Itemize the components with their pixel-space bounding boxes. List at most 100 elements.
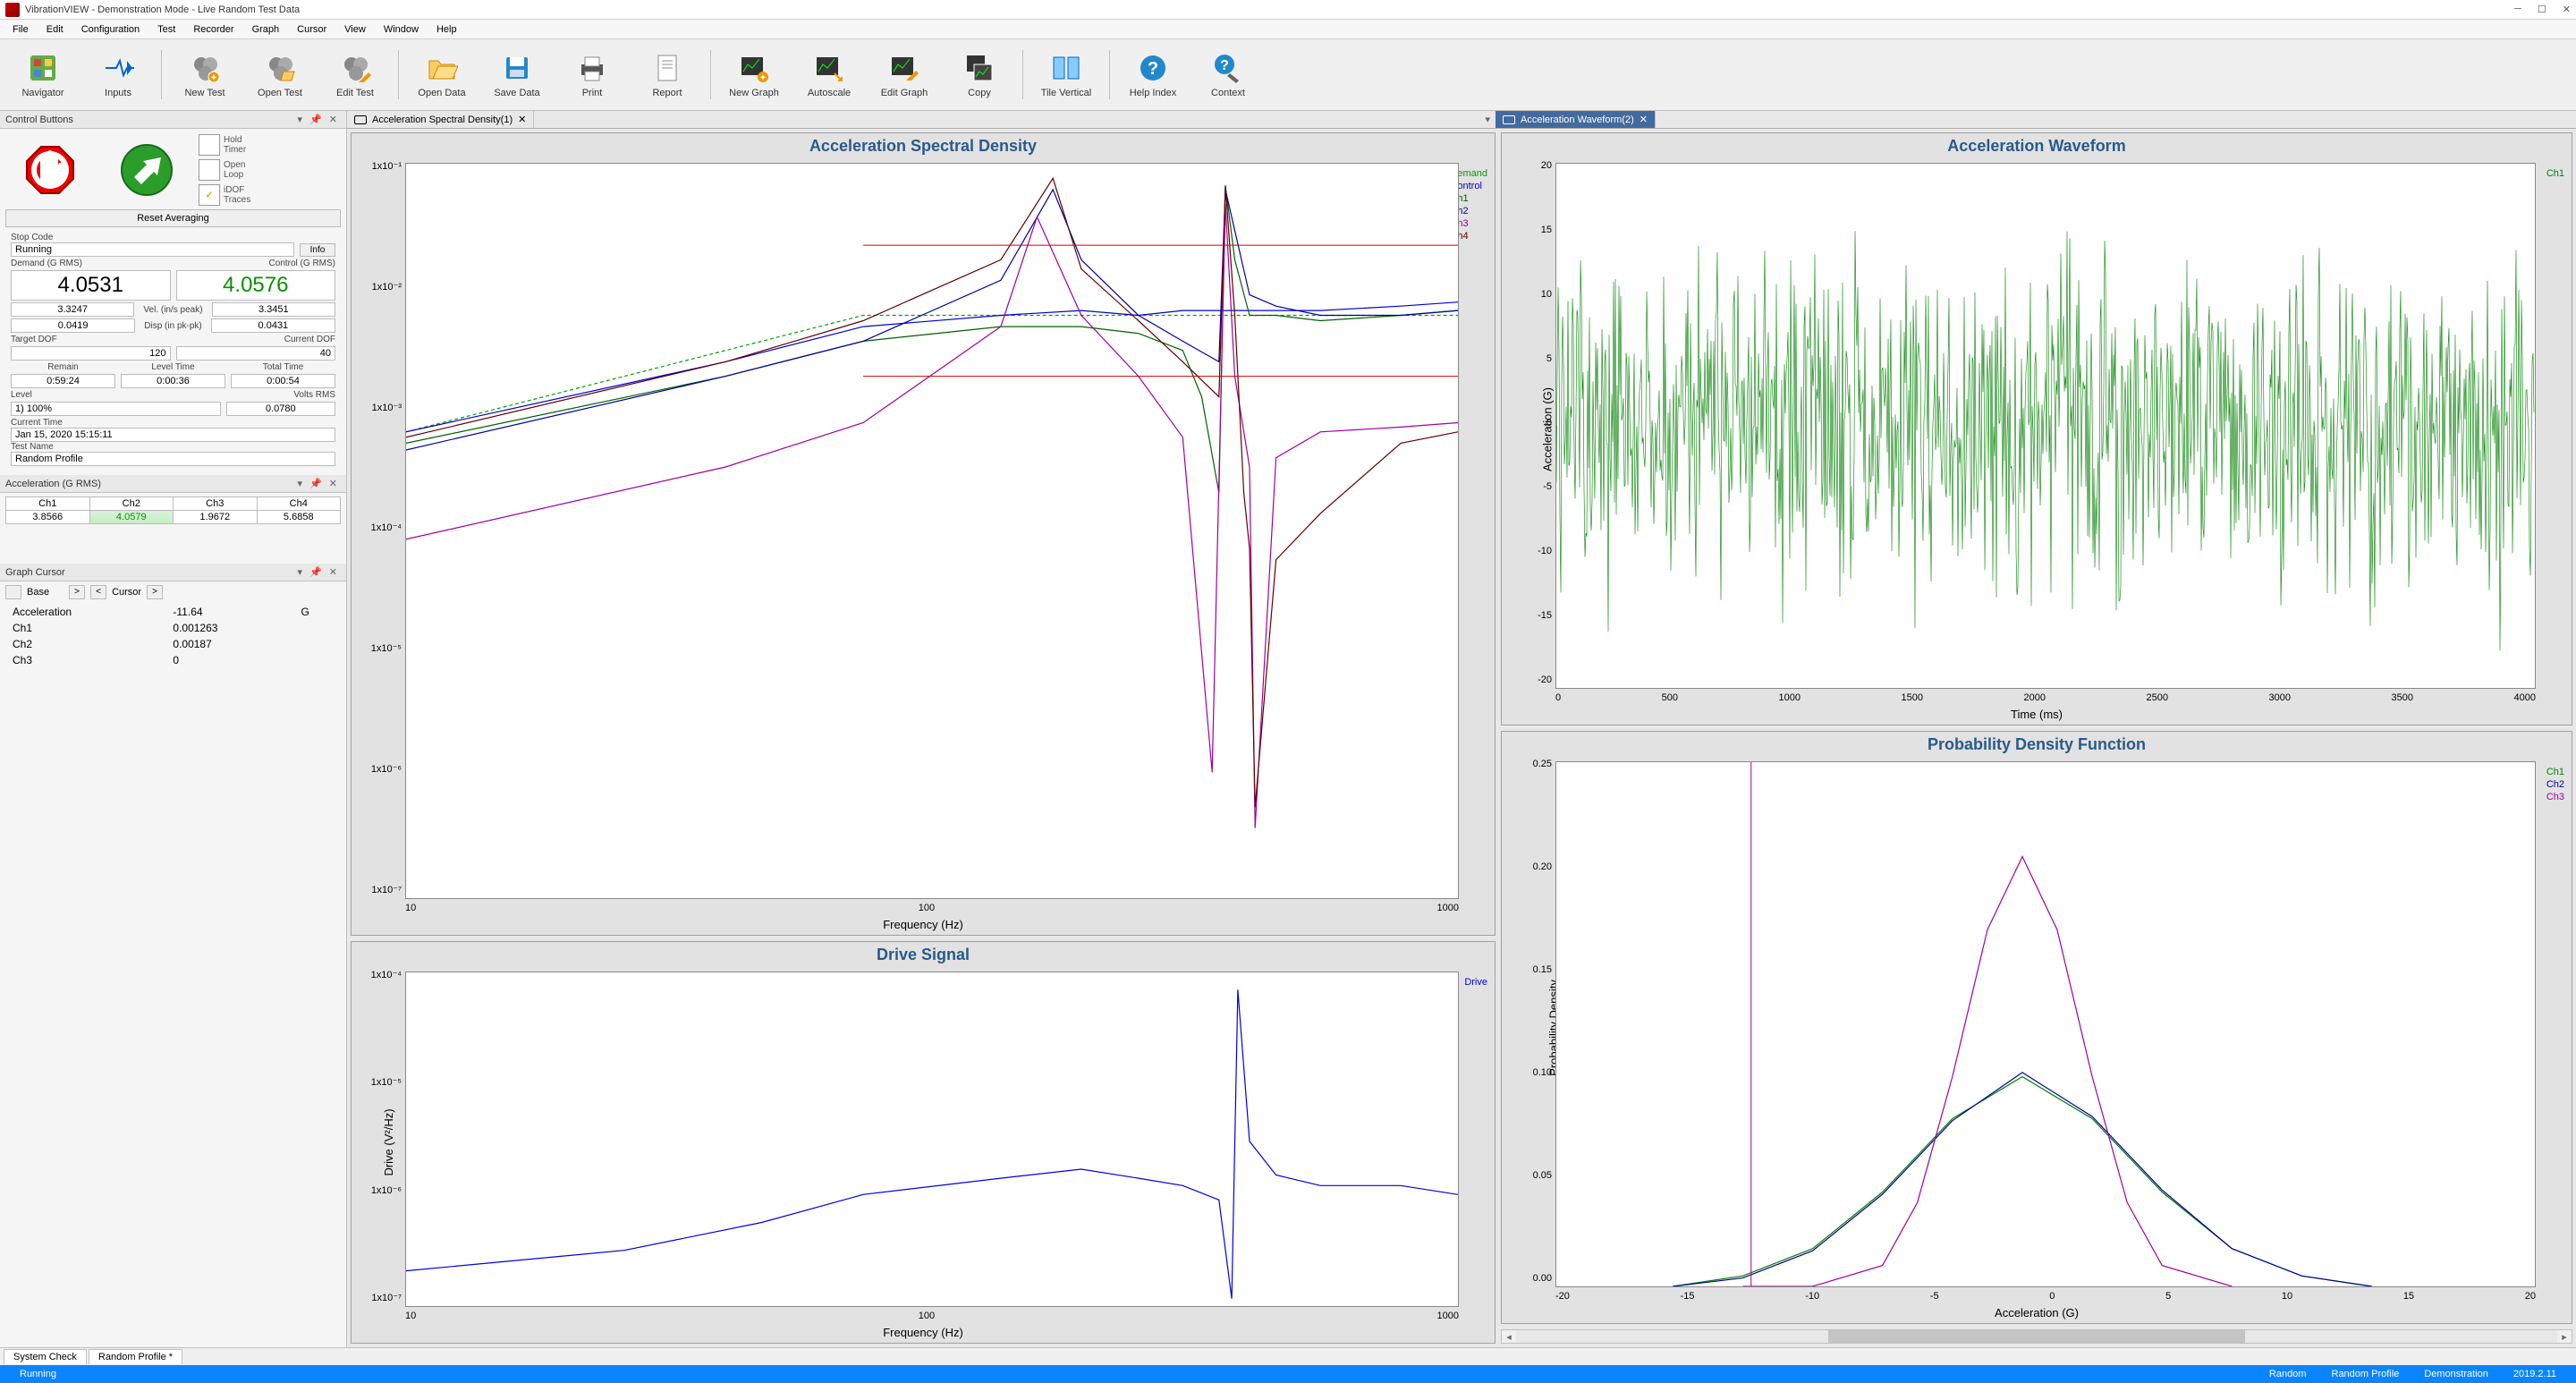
doc-tab[interactable]: Random Profile * xyxy=(89,1349,182,1364)
toolbar-new-test[interactable]: ✦New Test xyxy=(169,44,241,106)
chart-drive[interactable]: Drive Signal Drive Drive (V²/Hz) 1x10⁻⁴1… xyxy=(351,941,1496,1344)
toolbar-label: Tile Vertical xyxy=(1041,88,1091,98)
menu-view[interactable]: View xyxy=(335,22,375,37)
table-cell: Ch1 xyxy=(7,621,165,635)
tab-close-icon[interactable]: ✕ xyxy=(518,114,526,125)
current-time-label: Current Time xyxy=(11,418,335,428)
pin-icon[interactable]: 📌 xyxy=(306,566,326,578)
menu-recorder[interactable]: Recorder xyxy=(184,22,242,37)
reset-averaging-button[interactable]: Reset Averaging xyxy=(5,209,341,227)
app-icon xyxy=(5,3,20,17)
toolbar-print[interactable]: Print xyxy=(556,44,628,106)
inputs-icon xyxy=(102,52,134,84)
table-cell: 5.6858 xyxy=(257,511,341,524)
tab-asd[interactable]: Acceleration Spectral Density(1)✕ xyxy=(347,111,534,128)
scroll-right-icon[interactable]: ▸ xyxy=(2557,1331,2572,1343)
svg-text:?: ? xyxy=(1220,58,1229,73)
chart-pdf[interactable]: Probability Density Function Ch1Ch2Ch3 P… xyxy=(1501,731,2572,1324)
plot-area[interactable] xyxy=(405,163,1459,899)
toolbar-context[interactable]: ? Context xyxy=(1192,44,1264,106)
toolbar-navigator[interactable]: Navigator xyxy=(7,44,79,106)
volts-value: 0.0780 xyxy=(226,402,335,416)
acceleration-table: Ch1Ch2Ch3Ch4 3.85664.05791.96725.6858 xyxy=(5,496,341,524)
cursor-prev-base[interactable] xyxy=(5,585,21,599)
panel-dropdown-icon[interactable]: ▾ xyxy=(294,566,307,578)
cursor-prev[interactable]: > xyxy=(69,585,85,599)
tab-waveform[interactable]: Acceleration Waveform(2)✕ xyxy=(1496,111,1656,128)
chart-waveform[interactable]: Acceleration Waveform Ch1 Acceleration (… xyxy=(1501,132,2572,725)
cursor-prev2[interactable]: < xyxy=(90,585,106,599)
stop-code-value: Running xyxy=(11,242,294,257)
toolbar-label: Context xyxy=(1211,88,1245,98)
toolbar-save-data[interactable]: Save Data xyxy=(481,44,553,106)
toolbar-autoscale[interactable]: Autoscale xyxy=(793,44,865,106)
chart-legend: Ch1Ch2Ch3 xyxy=(2546,766,2564,803)
table-cell: Ch2 xyxy=(7,637,165,651)
panel-title-control-buttons: Control Buttons ▾ 📌 ✕ xyxy=(0,111,346,129)
hold-timer-label: Hold Timer xyxy=(224,135,246,155)
edittest-icon xyxy=(339,52,371,84)
stop-button[interactable] xyxy=(5,139,95,201)
disp-label: Disp (in pk-pk) xyxy=(140,321,205,331)
hold-timer-toggle[interactable] xyxy=(199,134,220,156)
info-button[interactable]: Info xyxy=(300,243,335,257)
toolbar-edit-graph[interactable]: Edit Graph xyxy=(869,44,940,106)
panel-close-icon[interactable]: ✕ xyxy=(326,478,341,489)
toolbar-help-index[interactable]: ?Help Index xyxy=(1117,44,1189,106)
pin-icon[interactable]: 📌 xyxy=(306,478,326,489)
tab-close-icon[interactable]: ✕ xyxy=(1640,114,1648,125)
close-button[interactable]: ✕ xyxy=(2563,4,2571,15)
open-loop-toggle[interactable] xyxy=(199,159,220,181)
toolbar-inputs[interactable]: Inputs xyxy=(82,44,154,106)
menu-graph[interactable]: Graph xyxy=(243,22,289,37)
toolbar-edit-test[interactable]: Edit Test xyxy=(319,44,391,106)
menu-window[interactable]: Window xyxy=(375,22,428,37)
opendata-icon xyxy=(426,52,458,84)
plot-area[interactable] xyxy=(1555,761,2536,1287)
menu-help[interactable]: Help xyxy=(428,22,466,37)
volts-label: Volts RMS xyxy=(176,390,336,400)
menu-edit[interactable]: Edit xyxy=(38,22,72,37)
disp-right: 0.0431 xyxy=(211,318,335,333)
doc-tab[interactable]: System Check xyxy=(4,1349,87,1364)
toolbar-label: Edit Test xyxy=(336,88,374,98)
table-cell xyxy=(295,653,339,667)
minimize-button[interactable]: ─ xyxy=(2514,4,2521,15)
pin-icon[interactable]: 📌 xyxy=(306,114,326,125)
table-cell: 4.0579 xyxy=(89,511,174,524)
menu-configuration[interactable]: Configuration xyxy=(72,22,148,37)
chart-asd[interactable]: Acceleration Spectral Density DemandCont… xyxy=(351,132,1496,936)
toolbar-new-graph[interactable]: ✦New Graph xyxy=(718,44,790,106)
demand-value: 4.0531 xyxy=(11,270,171,301)
scroll-left-icon[interactable]: ◂ xyxy=(1502,1331,1516,1343)
panel-dropdown-icon[interactable]: ▾ xyxy=(294,114,307,125)
toolbar-open-test[interactable]: Open Test xyxy=(244,44,316,106)
menu-test[interactable]: Test xyxy=(148,22,184,37)
toolbar-open-data[interactable]: Open Data xyxy=(406,44,478,106)
chart-legend: Drive xyxy=(1464,976,1487,988)
panel-dropdown-icon[interactable]: ▾ xyxy=(294,478,307,489)
x-axis-label: Frequency (Hz) xyxy=(883,918,963,931)
test-name-label: Test Name xyxy=(11,442,335,452)
toolbar-label: Navigator xyxy=(21,88,64,98)
toolbar-label: Copy xyxy=(968,88,991,98)
cursor-next[interactable]: > xyxy=(147,585,163,599)
horizontal-scrollbar[interactable]: ◂ ▸ xyxy=(1501,1329,2572,1344)
plot-area[interactable] xyxy=(1555,163,2536,689)
toolbar-tile-vertical[interactable]: Tile Vertical xyxy=(1030,44,1102,106)
panel-close-icon[interactable]: ✕ xyxy=(326,566,341,578)
toolbar-copy[interactable]: Copy xyxy=(944,44,1015,106)
tab-dropdown-icon[interactable]: ▾ xyxy=(1479,111,1496,128)
maximize-button[interactable]: ☐ xyxy=(2538,4,2546,15)
menu-cursor[interactable]: Cursor xyxy=(288,22,335,37)
menu-file[interactable]: File xyxy=(4,22,38,37)
table-cell xyxy=(295,621,339,635)
table-cell: 3.8566 xyxy=(6,511,90,524)
start-button[interactable] xyxy=(102,139,191,201)
toolbar-report[interactable]: Report xyxy=(631,44,703,106)
panel-close-icon[interactable]: ✕ xyxy=(326,114,341,125)
chart-icon xyxy=(354,115,367,124)
idof-traces-toggle[interactable] xyxy=(199,184,220,206)
plot-area[interactable] xyxy=(405,971,1459,1307)
total-time-label: Total Time xyxy=(231,362,335,372)
